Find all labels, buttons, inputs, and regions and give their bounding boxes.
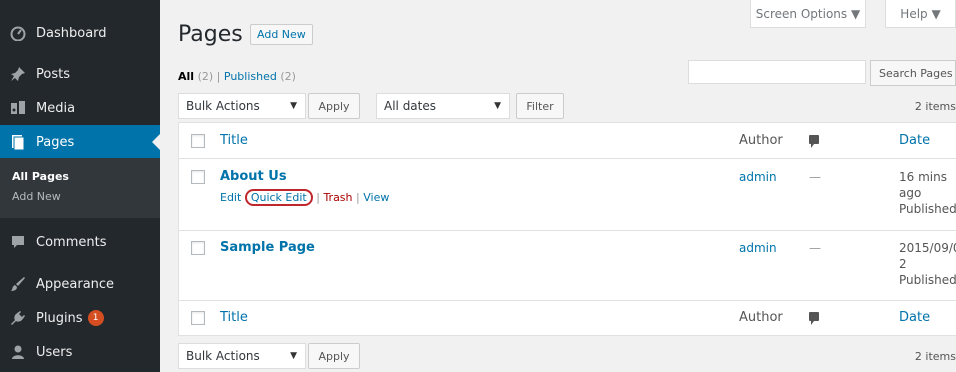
row-checkbox[interactable] (191, 170, 205, 184)
column-comments-footer[interactable] (809, 310, 819, 324)
author-link[interactable]: admin (739, 241, 777, 255)
date-line: 2015/09/02 (899, 240, 956, 256)
search-pages-input[interactable] (688, 60, 866, 84)
date-line: 16 mins (899, 169, 956, 185)
view-link[interactable]: View (363, 191, 389, 204)
media-icon (0, 100, 36, 116)
select-all-checkbox[interactable] (191, 134, 205, 148)
menu-label-posts: Posts (36, 67, 70, 82)
row-checkbox[interactable] (191, 241, 205, 255)
pin-icon (0, 66, 36, 82)
apply-button[interactable]: Apply (308, 93, 360, 119)
column-author-header: Author (739, 133, 783, 148)
date-filter-select[interactable]: All dates ▼ (376, 93, 510, 119)
plugins-update-badge: 1 (88, 310, 104, 326)
date-cell: 2015/09/02 2 Published (899, 240, 956, 288)
select-all-checkbox[interactable] (191, 311, 205, 325)
column-date-header[interactable]: Date (899, 133, 956, 149)
status-filter-links: All (2) | Published (2) (178, 70, 296, 83)
column-title-footer[interactable]: Title (220, 310, 248, 325)
menu-label-dashboard: Dashboard (36, 26, 107, 41)
brush-icon (0, 276, 36, 292)
search-pages-button[interactable]: Search Pages (870, 60, 956, 86)
edit-link[interactable]: Edit (220, 191, 241, 204)
date-status: Published (899, 272, 956, 288)
author-link[interactable]: admin (739, 170, 777, 184)
submenu-add-new[interactable]: Add New (0, 186, 160, 206)
active-menu-arrow (152, 134, 160, 150)
table-footer-row: Title Author Date (179, 301, 956, 336)
date-status: Published (899, 201, 956, 217)
chevron-down-icon: ▼ (290, 351, 297, 361)
menu-item-users[interactable]: Users (0, 335, 160, 369)
row-actions: Edit Quick Edit | Trash | View (220, 189, 389, 206)
menu-item-dashboard[interactable]: Dashboard (0, 16, 160, 50)
screen-options-tab[interactable]: Screen Options ▼ (750, 0, 866, 28)
action-separator: | (356, 191, 360, 204)
quick-edit-link[interactable]: Quick Edit (245, 189, 313, 206)
table-header-row: Title Author Date (179, 123, 956, 159)
trash-link[interactable]: Trash (323, 191, 352, 204)
filter-all-count: (2) (198, 70, 214, 83)
comment-icon (809, 312, 819, 321)
menu-label-comments: Comments (36, 235, 106, 250)
items-count-top: 2 items (915, 100, 956, 113)
page-title: Pages (178, 22, 243, 47)
menu-item-appearance[interactable]: Appearance (0, 267, 160, 301)
help-tab[interactable]: Help ▼ (885, 0, 956, 28)
chevron-down-icon: ▼ (494, 101, 501, 111)
column-comments-header[interactable] (809, 133, 819, 147)
menu-label-plugins: Plugins (36, 311, 83, 326)
plug-icon (0, 310, 36, 326)
add-new-button[interactable]: Add New (250, 24, 313, 45)
pages-icon (0, 134, 36, 150)
bulk-actions-select-bottom[interactable]: Bulk Actions ▼ (178, 343, 306, 369)
filter-button[interactable]: Filter (516, 93, 564, 119)
column-author-footer: Author (739, 310, 783, 325)
menu-label-media: Media (36, 101, 75, 116)
main-content: Screen Options ▼ Help ▼ Pages Add New Al… (160, 0, 956, 372)
menu-label-appearance: Appearance (36, 277, 114, 292)
menu-item-plugins[interactable]: Plugins 1 (0, 301, 160, 335)
menu-label-users: Users (36, 345, 72, 360)
date-filter-value: All dates (384, 99, 436, 113)
date-line: 2 (899, 256, 956, 272)
menu-item-posts[interactable]: Posts (0, 57, 160, 91)
menu-item-pages[interactable]: Pages (0, 125, 160, 159)
dashboard-icon (0, 25, 36, 41)
filter-all-link[interactable]: All (178, 70, 194, 83)
page-title-link[interactable]: About Us (220, 169, 287, 184)
table-row: About Us Edit Quick Edit | Trash | View … (179, 159, 956, 231)
comments-count: — (809, 241, 821, 255)
page-title-link[interactable]: Sample Page (220, 240, 315, 255)
comments-count: — (809, 170, 821, 184)
submenu-all-pages[interactable]: All Pages (0, 166, 160, 186)
menu-item-comments[interactable]: Comments (0, 225, 160, 259)
bulk-actions-select[interactable]: Bulk Actions ▼ (178, 93, 306, 119)
filter-separator: | (217, 70, 221, 83)
chevron-down-icon: ▼ (290, 101, 297, 111)
user-icon (0, 344, 36, 360)
column-date-footer[interactable]: Date (899, 310, 956, 326)
table-row: Sample Page admin — 2015/09/02 2 Publish… (179, 231, 956, 301)
pages-table: Title Author Date About Us Edit Quick Ed… (178, 122, 956, 336)
apply-button-bottom[interactable]: Apply (308, 343, 360, 369)
action-separator: | (316, 191, 320, 204)
filter-published-count: (2) (280, 70, 296, 83)
admin-sidebar: Dashboard Posts Media Pages All Pages Ad… (0, 0, 160, 372)
bulk-actions-value: Bulk Actions (186, 99, 260, 113)
pages-submenu: All Pages Add New (0, 158, 160, 218)
date-line: ago (899, 185, 956, 201)
filter-published-link[interactable]: Published (224, 70, 277, 83)
date-cell: 16 mins ago Published (899, 169, 956, 217)
menu-item-media[interactable]: Media (0, 91, 160, 125)
bulk-actions-value: Bulk Actions (186, 349, 260, 363)
items-count-bottom: 2 items (915, 350, 956, 363)
comment-icon (809, 135, 819, 144)
comment-icon (0, 234, 36, 250)
menu-label-pages: Pages (36, 135, 74, 150)
column-title-header[interactable]: Title (220, 133, 248, 148)
